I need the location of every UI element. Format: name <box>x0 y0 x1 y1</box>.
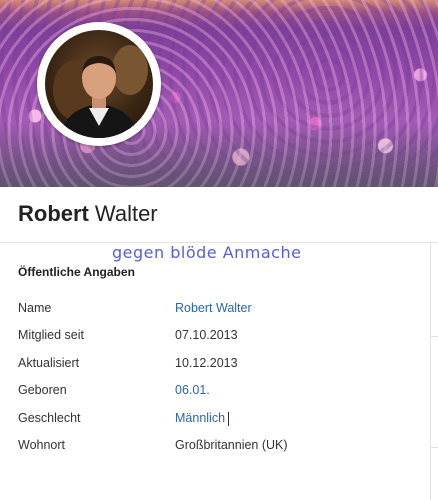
right-divider <box>430 243 431 500</box>
avatar[interactable] <box>37 22 161 146</box>
info-value-link[interactable]: Männlich <box>175 411 225 425</box>
info-row-name: Name Robert Walter <box>18 301 418 319</box>
overlay-caption: gegen blöde Anmache <box>112 243 302 262</box>
profile-name: Robert Walter <box>18 201 158 227</box>
info-label: Aktualisiert <box>18 356 80 370</box>
right-divider-tick <box>430 336 438 337</box>
info-value: 07.10.2013 <box>175 328 238 342</box>
info-row-member-since: Mitglied seit 07.10.2013 <box>18 328 418 346</box>
info-value: 10.12.2013 <box>175 356 238 370</box>
info-row-born: Geboren 06.01. <box>18 383 418 401</box>
last-name: Walter <box>94 201 158 226</box>
info-value-link[interactable]: Robert Walter <box>175 301 252 315</box>
section-title: Öffentliche Angaben <box>18 265 135 279</box>
info-row-gender: Geschlecht Männlich <box>18 411 418 429</box>
info-value-link[interactable]: 06.01. <box>175 383 210 397</box>
info-label: Geschlecht <box>18 411 81 425</box>
info-label: Name <box>18 301 52 315</box>
first-name: Robert <box>18 201 89 226</box>
right-divider-tick <box>430 447 438 448</box>
info-label: Wohnort <box>18 438 66 452</box>
profile-header: Robert Walter <box>0 187 438 243</box>
text-cursor <box>228 411 230 426</box>
info-value: Großbritannien (UK) <box>175 438 288 452</box>
avatar-photo <box>45 30 153 138</box>
info-row-residence: Wohnort Großbritannien (UK) <box>18 438 418 456</box>
info-row-updated: Aktualisiert 10.12.2013 <box>18 356 418 374</box>
info-label: Mitglied seit <box>18 328 84 342</box>
info-label: Geboren <box>18 383 67 397</box>
info-value-gender[interactable]: Männlich <box>175 411 230 426</box>
